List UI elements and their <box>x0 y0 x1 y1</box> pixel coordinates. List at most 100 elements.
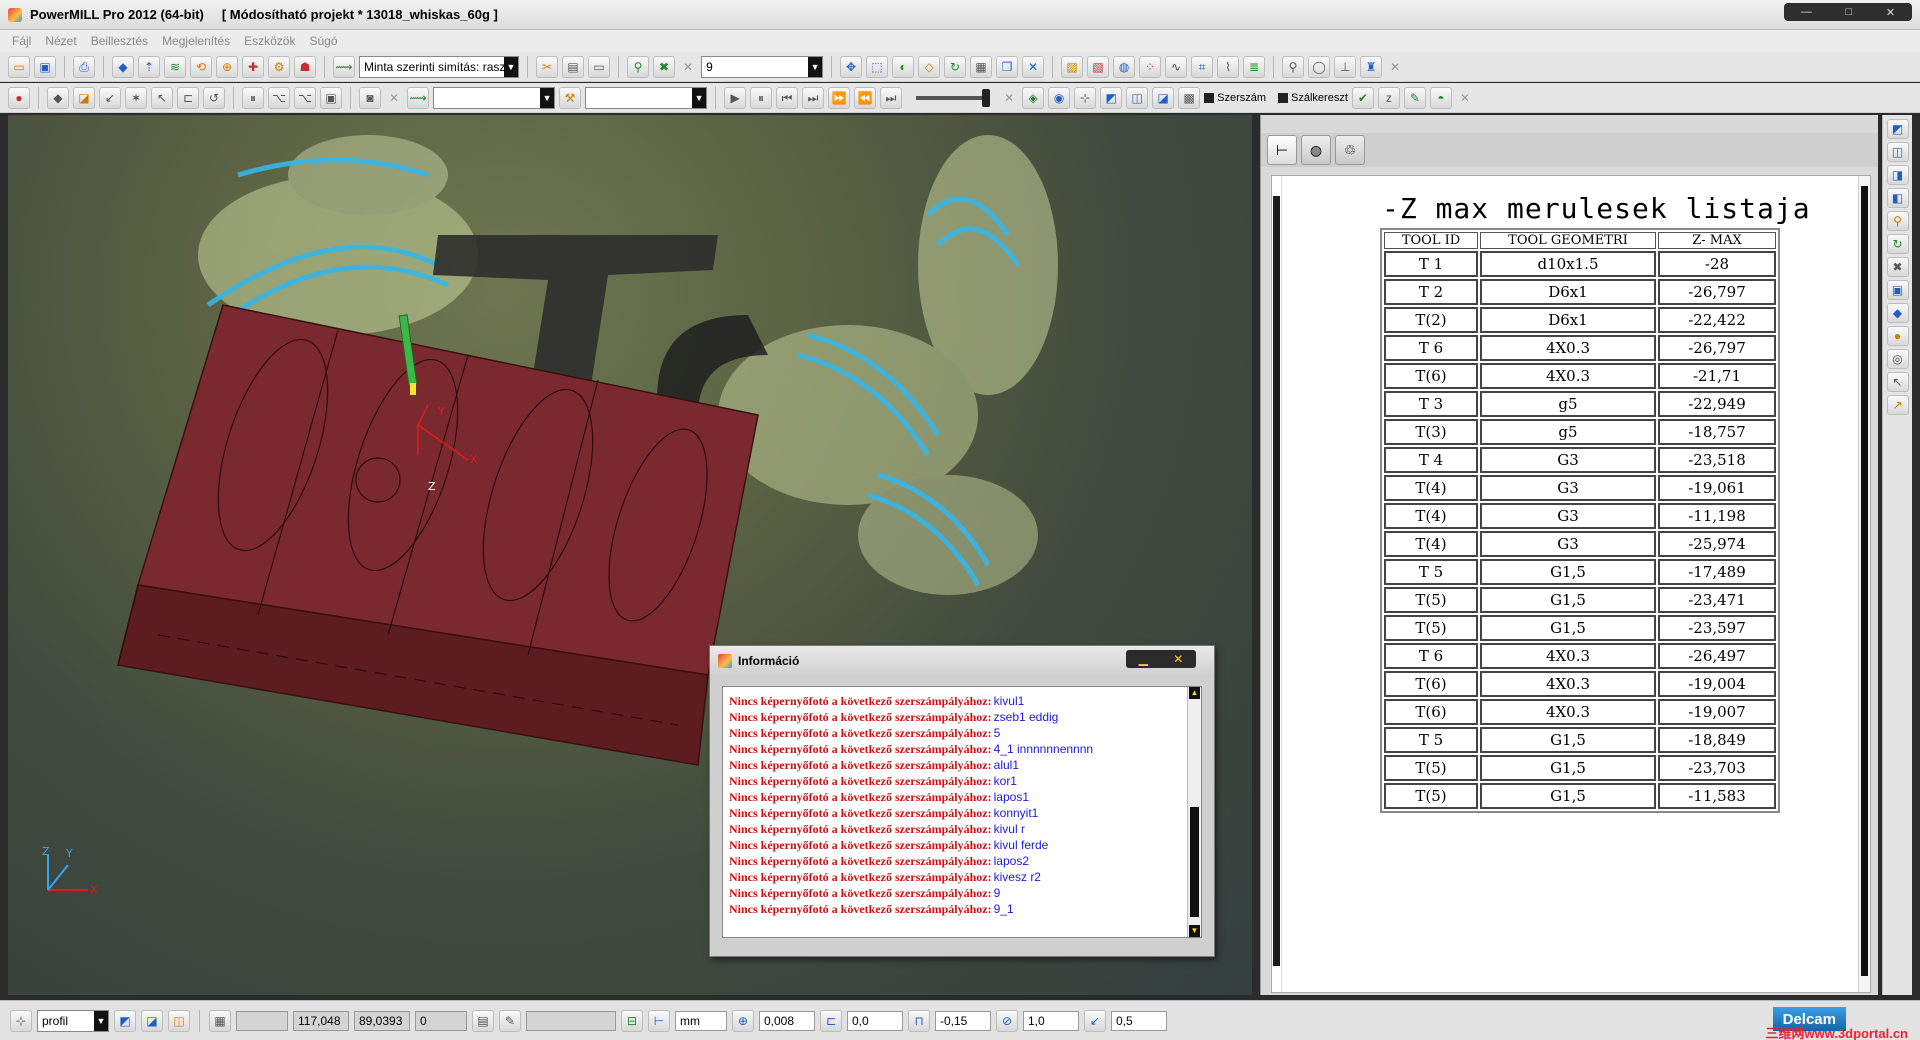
information-dialog[interactable]: Információ ▁ ✕ Nincs képernyőfotó a köve… <box>709 645 1215 957</box>
search-icon[interactable]: ⚲ <box>1282 55 1305 78</box>
pause-bars-icon[interactable]: ⏸ <box>242 86 264 109</box>
menu-tools[interactable]: Eszközök <box>244 34 295 48</box>
block2-status-icon[interactable]: ◪ <box>141 1009 163 1032</box>
dialog-close-button[interactable]: ✕ <box>1173 652 1183 666</box>
scroll-thumb[interactable] <box>1273 196 1280 966</box>
shaded-rainbow-icon[interactable]: ◍ <box>1113 55 1136 78</box>
scroll-thumb[interactable] <box>1190 807 1199 917</box>
view-front-icon[interactable]: ◨ <box>1886 165 1909 185</box>
calculate-icon[interactable]: ⟿ <box>333 55 355 78</box>
simulation-tool-icon[interactable]: ◪ <box>73 86 95 109</box>
units-icon[interactable]: ⊟ <box>621 1009 643 1032</box>
axis-xyz-icon[interactable]: ⊹ <box>1074 86 1097 109</box>
stepover-icon[interactable]: ⊘ <box>996 1009 1018 1032</box>
surface-icon[interactable]: ▨ <box>1061 55 1084 78</box>
model-icon[interactable]: ▧ <box>1087 55 1110 78</box>
view-top-icon[interactable]: ◫ <box>1886 142 1909 162</box>
feed-rate-icon[interactable]: ≋ <box>164 55 186 78</box>
toolbar-close-icon[interactable]: ✕ <box>389 91 399 105</box>
zoom-icon[interactable]: ⚲ <box>1886 211 1909 231</box>
axial-thickness-icon[interactable]: ⊓ <box>908 1009 930 1032</box>
toolbar-close-icon[interactable]: ✕ <box>683 60 693 74</box>
report-scrollbar[interactable] <box>1858 176 1870 992</box>
shaded-sphere-icon[interactable]: ● <box>1886 326 1909 346</box>
camera-icon[interactable]: ◫ <box>1126 86 1149 109</box>
arrow-icon[interactable]: ↙ <box>99 86 121 109</box>
measure-icon[interactable]: ▭ <box>588 55 610 78</box>
save-icon[interactable]: ▣ <box>34 55 56 78</box>
wireframe-icon[interactable]: ◇ <box>918 55 941 78</box>
link2-icon[interactable]: ⌥ <box>294 86 316 109</box>
start-point-icon[interactable]: ⊕ <box>216 55 238 78</box>
collision-icon[interactable]: ✖ <box>653 55 675 78</box>
arrow-left-icon[interactable]: ↖ <box>151 86 173 109</box>
shade-icon[interactable]: ◐ <box>892 55 915 78</box>
plane-icon[interactable]: ◆ <box>1886 303 1909 323</box>
table-icon[interactable]: ▦ <box>970 55 993 78</box>
chevron-down-icon[interactable]: ▼ <box>504 56 518 77</box>
check-icon[interactable]: ✔ <box>1351 86 1374 109</box>
scroll-down-icon[interactable]: ▼ <box>1189 925 1200 937</box>
dialog-minimize-button[interactable]: ▁ <box>1139 652 1148 666</box>
toolbar-close-icon[interactable]: ✕ <box>1390 60 1400 74</box>
toolbar-close-icon[interactable]: ✕ <box>1004 91 1014 105</box>
pause-icon[interactable]: ⏸ <box>750 86 773 109</box>
pattern-icon[interactable]: ⌇ <box>1217 55 1240 78</box>
block-status-icon[interactable]: ◩ <box>114 1009 136 1032</box>
select-arrow-icon[interactable]: ↖ <box>1886 372 1909 392</box>
slider-knob[interactable] <box>982 88 991 107</box>
star-icon[interactable]: ✶ <box>125 86 147 109</box>
ruler-icon[interactable]: ⊢ <box>648 1009 670 1032</box>
units-field[interactable]: mm <box>675 1010 727 1031</box>
play-icon[interactable]: ▶ <box>724 86 747 109</box>
boundary-icon[interactable]: ⌗ <box>1191 55 1214 78</box>
stock-model-icon[interactable]: ◯ <box>1308 55 1331 78</box>
grid-icon[interactable]: ▩ <box>1178 86 1201 109</box>
number-combo[interactable]: 9 ▼ <box>701 55 824 78</box>
dialog-title-bar[interactable]: Információ ▁ ✕ <box>710 646 1214 676</box>
refresh-view-icon[interactable]: ↻ <box>1886 234 1909 254</box>
cube2-icon[interactable]: ◪ <box>1152 86 1175 109</box>
rewind-icon[interactable]: ⏪ <box>854 86 877 109</box>
copy-icon[interactable]: ❐ <box>996 55 1019 78</box>
wire-sphere-icon[interactable]: ◎ <box>1886 349 1909 369</box>
points-icon[interactable]: ⁘ <box>1139 55 1162 78</box>
fit-icon[interactable]: ✖ <box>1886 257 1909 277</box>
simulation-combo-b[interactable]: ▼ <box>585 86 708 109</box>
feature-icon[interactable]: ≣ <box>1243 55 1266 78</box>
verify-icon[interactable]: ⚲ <box>627 55 649 78</box>
simulation-combo-a[interactable]: ▼ <box>433 86 556 109</box>
dome-icon[interactable]: ◓ <box>1429 86 1452 109</box>
thickness-field[interactable]: 0,0 <box>847 1010 903 1031</box>
close-button[interactable]: ✕ <box>1886 6 1895 19</box>
go-end-icon[interactable]: ⏭ <box>880 86 903 109</box>
print-icon[interactable]: ⎙ <box>73 55 95 78</box>
chevron-down-icon[interactable]: ▼ <box>94 1010 108 1031</box>
select-box-icon[interactable]: ↗ <box>1886 395 1909 415</box>
cube-icon[interactable]: ◩ <box>1100 86 1123 109</box>
menu-file[interactable]: Fájl <box>12 34 31 48</box>
block3-status-icon[interactable]: ◫ <box>168 1009 190 1032</box>
tolerance-field[interactable]: 0,008 <box>759 1010 815 1031</box>
zoom-box-icon[interactable]: ⬚ <box>866 55 889 78</box>
recycle-bin-icon[interactable]: ♲ <box>1335 135 1365 165</box>
nc-program-icon[interactable]: ▤ <box>562 55 584 78</box>
workplane-icon[interactable]: ⊹ <box>10 1009 32 1032</box>
fast-forward-icon[interactable]: ⏩ <box>828 86 851 109</box>
stepdown-field[interactable]: 0,5 <box>1111 1010 1167 1031</box>
tree-icon[interactable]: ⊢ <box>1267 135 1297 165</box>
rotate-icon[interactable]: ↺ <box>203 86 225 109</box>
edit-icon[interactable]: ✎ <box>1403 86 1426 109</box>
tool-holder-icon[interactable]: ✂ <box>536 55 558 78</box>
menu-help[interactable]: Súgó <box>309 34 337 48</box>
machine-icon[interactable]: ♜ <box>1360 55 1383 78</box>
chevron-down-icon[interactable]: ▼ <box>808 56 823 77</box>
link-icon[interactable]: ⌥ <box>268 86 290 109</box>
tool-icon[interactable]: ⚙ <box>268 55 290 78</box>
leads-links-icon[interactable]: ⟲ <box>190 55 212 78</box>
curve-icon[interactable]: ∿ <box>1165 55 1188 78</box>
view-side-icon[interactable]: ◧ <box>1886 188 1909 208</box>
tolerance-icon[interactable]: ⊕ <box>732 1009 754 1032</box>
step-back-icon[interactable]: ⏮ <box>776 86 799 109</box>
z-axis-icon[interactable]: z <box>1377 86 1400 109</box>
